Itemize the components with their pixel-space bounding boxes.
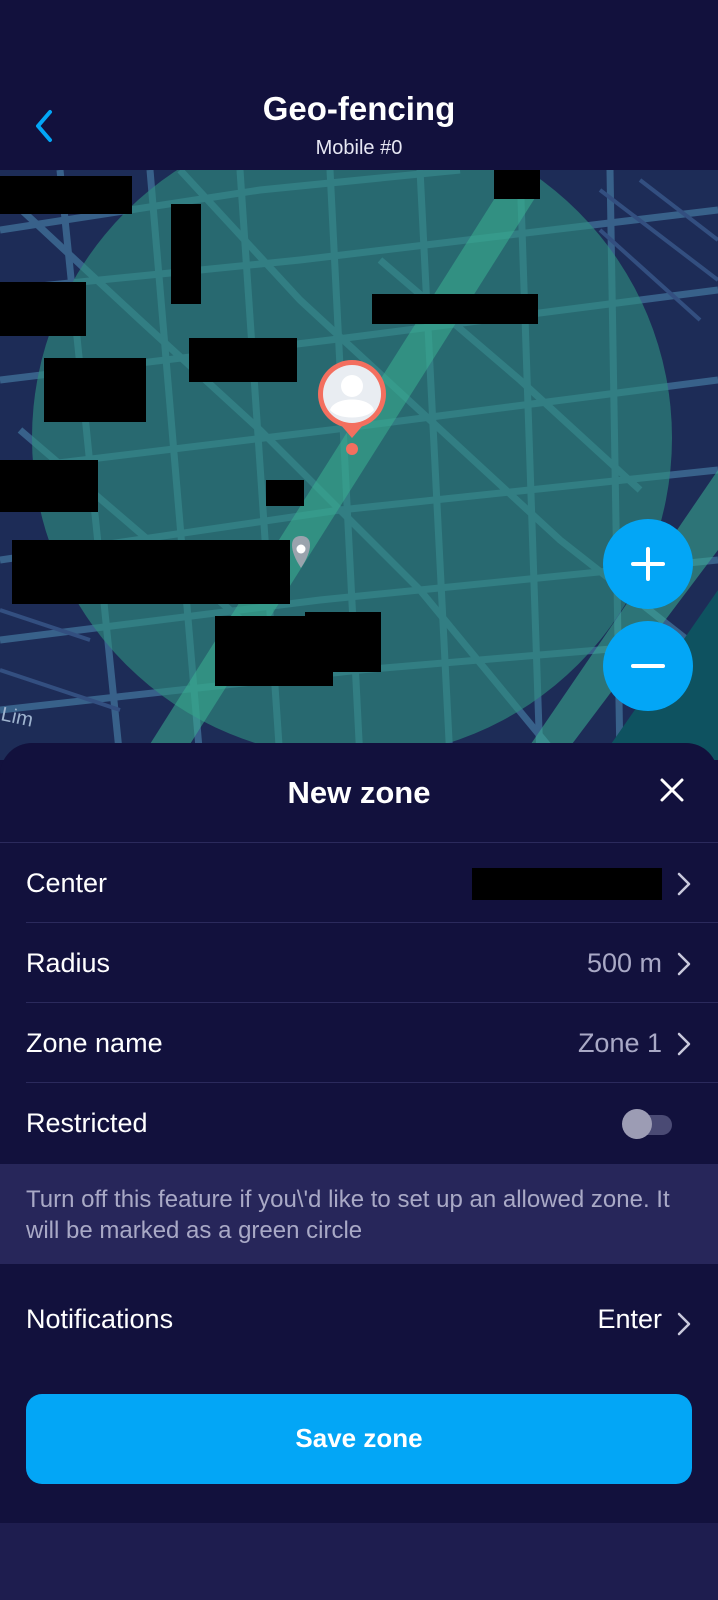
restricted-toggle[interactable] <box>622 1109 674 1139</box>
sheet-title: New zone <box>287 775 431 810</box>
redacted-label <box>266 480 304 506</box>
redacted-label <box>0 282 86 336</box>
notifications-row[interactable]: Notifications Enter <box>0 1280 718 1358</box>
zone-name-row[interactable]: Zone name Zone 1 <box>0 1004 718 1082</box>
redacted-label <box>215 616 333 686</box>
divider <box>26 922 718 923</box>
chevron-right-icon <box>677 1312 691 1336</box>
center-row[interactable]: Center <box>0 844 718 922</box>
redacted-label <box>0 460 98 512</box>
save-zone-button[interactable]: Save zone <box>26 1394 692 1484</box>
app-header: Geo-fencing Mobile #0 <box>0 0 718 170</box>
zoom-in-button[interactable] <box>603 519 693 609</box>
divider <box>0 842 718 843</box>
radius-row[interactable]: Radius 500 m <box>0 924 718 1002</box>
center-value-redacted <box>472 868 662 900</box>
radius-label: Radius <box>26 948 111 978</box>
map-view[interactable]: Lim <box>0 170 718 760</box>
zone-name-label: Zone name <box>26 1028 163 1058</box>
zone-name-value: Zone 1 <box>577 1028 662 1058</box>
page-subtitle: Mobile #0 <box>315 137 403 159</box>
chevron-right-icon <box>677 952 691 976</box>
close-button[interactable] <box>652 770 692 810</box>
restricted-info-text: Turn off this feature if you\'d like to … <box>26 1186 670 1244</box>
redacted-label <box>372 294 538 324</box>
plus-icon <box>631 547 665 581</box>
zoom-out-button[interactable] <box>603 621 693 711</box>
redacted-label <box>12 540 290 604</box>
divider <box>26 1082 718 1083</box>
chevron-right-icon <box>677 872 691 896</box>
radius-value: 500 m <box>586 948 662 978</box>
redacted-label <box>494 170 540 199</box>
minus-icon <box>631 664 665 668</box>
redacted-label <box>0 176 132 214</box>
chevron-right-icon <box>677 1032 691 1056</box>
restricted-row: Restricted <box>0 1084 718 1162</box>
center-label: Center <box>26 868 108 898</box>
page-title: Geo-fencing <box>262 90 456 127</box>
restricted-info-box: Turn off this feature if you\'d like to … <box>0 1164 718 1264</box>
redacted-label <box>189 338 297 382</box>
restricted-label: Restricted <box>26 1108 148 1138</box>
notifications-label: Notifications <box>26 1304 174 1334</box>
divider <box>26 1002 718 1003</box>
redacted-label <box>171 204 201 304</box>
close-icon <box>660 778 684 802</box>
notifications-value: Enter <box>597 1304 662 1334</box>
toggle-knob <box>622 1109 652 1139</box>
bottom-bar <box>0 1523 718 1600</box>
save-zone-label: Save zone <box>295 1423 423 1453</box>
redacted-label <box>44 358 146 422</box>
